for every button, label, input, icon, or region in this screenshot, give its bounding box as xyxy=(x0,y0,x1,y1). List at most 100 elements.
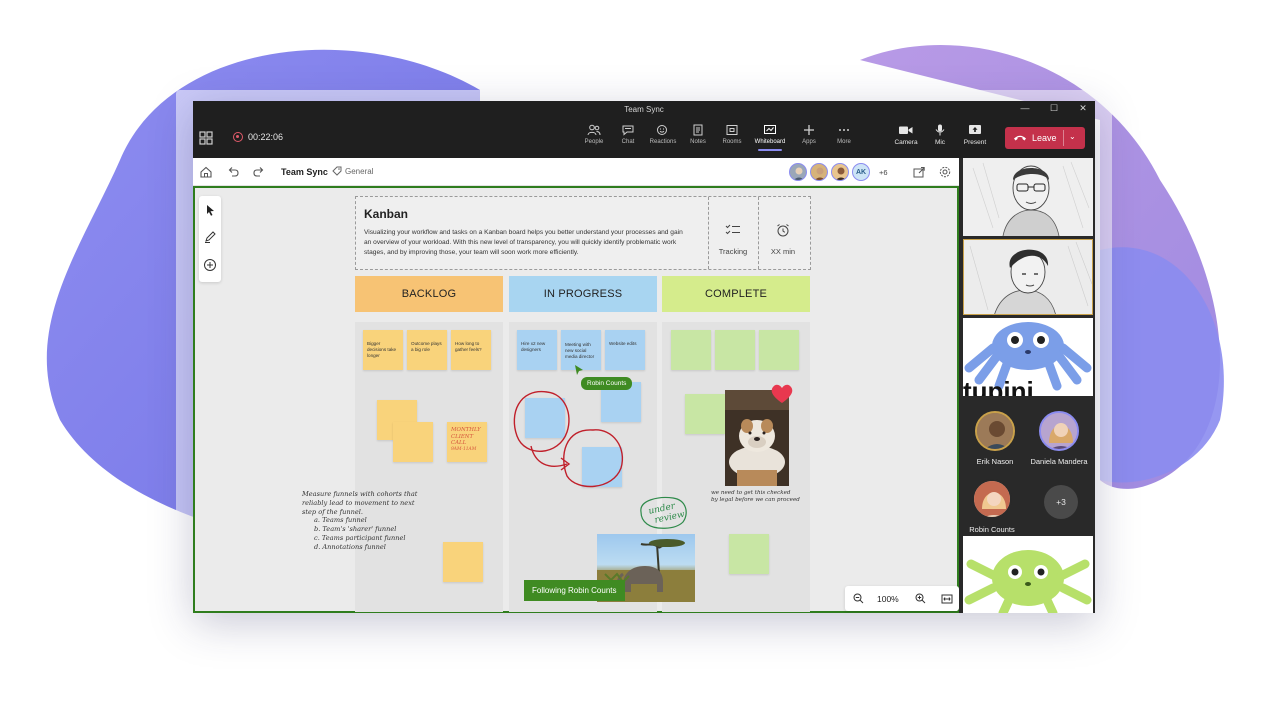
timer-tool[interactable]: XX min xyxy=(758,223,808,256)
app-grid-icon[interactable] xyxy=(199,131,213,145)
participant-tile[interactable]: Daniela Mandera xyxy=(1026,411,1092,466)
rooms-button[interactable]: Rooms xyxy=(714,124,750,145)
video-tile[interactable]: tupini xyxy=(963,318,1093,396)
timer-label: XX min xyxy=(770,247,796,256)
in-progress-column-header[interactable]: IN PROGRESS xyxy=(509,276,657,312)
sticky-note[interactable] xyxy=(443,542,483,582)
whiteboard-canvas[interactable]: Kanban Visualizing your workflow and tas… xyxy=(193,186,959,613)
sticky-note[interactable] xyxy=(671,330,711,370)
rooms-label: Rooms xyxy=(722,139,742,145)
meeting-toolbar: 00:22:06 People Chat Reactions Notes Roo… xyxy=(193,118,1095,158)
channel-tag[interactable]: General xyxy=(332,166,373,176)
fit-to-screen-icon[interactable] xyxy=(941,594,953,604)
participant-initials-avatar[interactable]: AK xyxy=(852,163,870,181)
apps-label: Apps xyxy=(802,139,816,145)
sticky-note[interactable]: Hire x2 new designers xyxy=(517,330,557,370)
redo-icon[interactable] xyxy=(252,165,266,179)
video-tile[interactable] xyxy=(963,536,1093,613)
tile-wordmark: tupini xyxy=(963,376,1034,396)
notes-button[interactable]: Notes xyxy=(680,124,716,145)
whiteboard-header: Team Sync General AK +6 xyxy=(193,158,959,186)
present-button[interactable]: Present xyxy=(957,124,993,146)
ink-annotation[interactable] xyxy=(509,384,639,494)
handwritten-sticky-note[interactable]: MONTHLY CLIENT CALL 9AM-11AM xyxy=(447,422,487,462)
undo-icon[interactable] xyxy=(226,165,240,179)
maximize-icon[interactable]: ☐ xyxy=(1047,103,1061,114)
present-label: Present xyxy=(963,139,987,146)
leave-button[interactable]: Leave ⌄ xyxy=(1005,127,1085,149)
sketch-portrait xyxy=(964,240,1092,314)
meeting-timer: 00:22:06 xyxy=(233,132,283,142)
funnel-notes[interactable]: Measure funnels with cohorts that reliab… xyxy=(302,490,417,552)
collaborator-cursor-icon xyxy=(575,365,583,375)
share-icon[interactable] xyxy=(912,165,926,179)
whiteboard-button[interactable]: Whiteboard xyxy=(752,124,788,151)
leave-separator xyxy=(1063,130,1064,146)
participant-name: Erik Nason xyxy=(976,457,1014,466)
stage: Team Sync — ☐ ✕ 00:22:06 People Chat Rea… xyxy=(0,0,1280,720)
recording-icon xyxy=(233,132,243,142)
sticky-note[interactable] xyxy=(715,330,755,370)
camera-button[interactable]: Camera xyxy=(888,124,924,146)
reactions-button[interactable]: Reactions xyxy=(645,124,681,145)
video-tile[interactable] xyxy=(963,239,1093,315)
people-icon xyxy=(587,124,601,136)
settings-icon[interactable] xyxy=(938,165,952,179)
mic-button[interactable]: Mic xyxy=(922,124,958,146)
people-button[interactable]: People xyxy=(576,124,612,145)
add-icon[interactable] xyxy=(203,258,217,272)
add-apps-icon xyxy=(804,125,814,135)
alarm-clock-icon xyxy=(777,224,789,237)
sticky-note-text: Outcome plays a big role xyxy=(411,341,442,352)
participant-name: Robin Counts xyxy=(969,525,1015,534)
handwritten-line: 9AM-11AM xyxy=(451,446,477,452)
sticky-note[interactable]: How long to gather feels? xyxy=(451,330,491,370)
complete-column-header[interactable]: COMPLETE xyxy=(662,276,810,312)
chat-icon xyxy=(622,125,634,136)
backlog-column-header[interactable]: BACKLOG xyxy=(355,276,503,312)
zoom-out-icon[interactable] xyxy=(853,593,864,604)
teams-window: Team Sync — ☐ ✕ 00:22:06 People Chat Rea… xyxy=(193,101,1095,613)
more-participants-count[interactable]: +6 xyxy=(879,168,888,177)
select-cursor-icon[interactable] xyxy=(203,203,217,217)
sticky-note[interactable]: Bigger decisions take longer xyxy=(363,330,403,370)
tag-icon xyxy=(332,166,342,176)
participant-tile[interactable]: Erik Nason xyxy=(962,411,1028,466)
notes-line: d. Annotations funnel xyxy=(314,542,386,551)
kanban-intro-card[interactable]: Kanban Visualizing your workflow and tas… xyxy=(355,196,811,270)
tracking-tool[interactable]: Tracking xyxy=(708,223,758,256)
chat-label: Chat xyxy=(621,139,635,145)
following-banner[interactable]: Following Robin Counts xyxy=(524,580,625,601)
participant-avatar[interactable] xyxy=(831,163,849,181)
participant-avatar xyxy=(972,479,1012,519)
camera-label: Camera xyxy=(894,139,918,146)
video-tile[interactable] xyxy=(963,158,1093,236)
notes-line: c. Teams participant funnel xyxy=(314,533,406,542)
more-button[interactable]: More xyxy=(826,124,862,145)
zoom-level: 100% xyxy=(877,594,899,604)
more-participants-button[interactable]: +3 xyxy=(1044,485,1078,519)
home-icon[interactable] xyxy=(199,165,213,179)
caption-line: by legal before we can proceed xyxy=(711,496,800,503)
sticky-note[interactable] xyxy=(393,422,433,462)
minimize-icon[interactable]: — xyxy=(1018,103,1032,113)
close-icon[interactable]: ✕ xyxy=(1076,103,1090,114)
sticky-note[interactable] xyxy=(759,330,799,370)
zoom-in-icon[interactable] xyxy=(915,593,926,604)
pen-icon[interactable] xyxy=(203,230,217,244)
sticky-note[interactable]: Website edits xyxy=(605,330,645,370)
sticky-note[interactable] xyxy=(729,534,769,574)
participant-tile[interactable]: Robin Counts xyxy=(959,479,1025,534)
under-review-stamp[interactable]: under review xyxy=(635,494,691,530)
apps-button[interactable]: Apps xyxy=(791,124,827,145)
chat-button[interactable]: Chat xyxy=(610,124,646,145)
sticky-note[interactable] xyxy=(685,394,725,434)
chevron-down-icon[interactable]: ⌄ xyxy=(1069,132,1076,141)
caption-line: we need to get this checked xyxy=(711,490,791,496)
participant-avatar[interactable] xyxy=(789,163,807,181)
channel-tag-label: General xyxy=(345,166,374,176)
sticky-note[interactable]: Outcome plays a big role xyxy=(407,330,447,370)
leave-label: Leave xyxy=(1032,133,1057,143)
collaborator-cursor-label: Robin Counts xyxy=(581,377,633,390)
participant-avatar[interactable] xyxy=(810,163,828,181)
